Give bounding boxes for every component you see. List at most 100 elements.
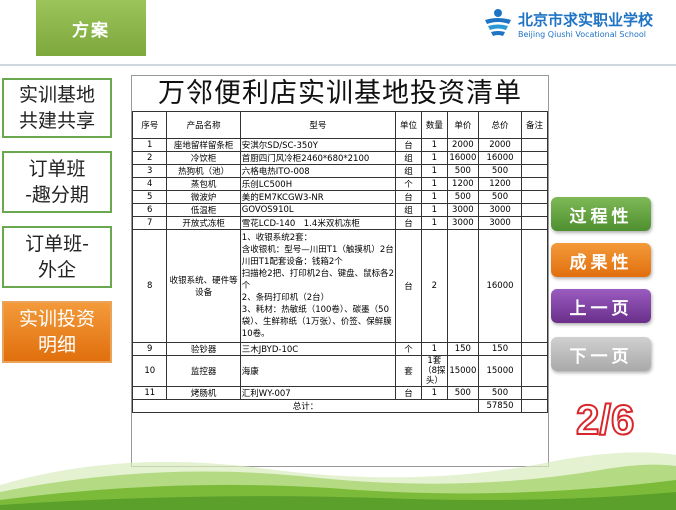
table-cell: 微波炉 xyxy=(166,190,241,204)
table-cell: 1 xyxy=(420,151,448,165)
table-cell: 7 xyxy=(131,216,168,230)
table-cell: 2 xyxy=(420,229,448,343)
table-cell: 热狗机（池） xyxy=(166,164,241,178)
result-button[interactable]: 成果性 xyxy=(551,243,651,277)
col-header: 单位 xyxy=(395,111,422,139)
table-cell: 5 xyxy=(131,190,168,204)
table-cell: 台 xyxy=(395,216,422,230)
process-button[interactable]: 过程性 xyxy=(551,197,651,231)
school-name-cn: 北京市求实职业学校 xyxy=(518,11,654,29)
table-cell: 500 xyxy=(477,386,523,400)
table-cell xyxy=(521,177,548,191)
table-cell: 台 xyxy=(395,229,422,343)
table-cell: 15000 xyxy=(446,355,479,387)
table-row: 5 微波炉 美的EM7KCGW3-NR 台 1 500 500 xyxy=(131,190,548,204)
table-cell: 组 xyxy=(395,164,422,178)
table-cell: 16000 xyxy=(477,229,523,343)
table-cell: 16000 xyxy=(477,151,523,165)
table-header-row: 序号 产品名称 型号 单位 数量 单价 总价 备注 xyxy=(131,111,548,139)
table-cell xyxy=(446,229,479,343)
school-emblem-icon xyxy=(485,9,511,36)
table-cell: 10 xyxy=(131,355,168,387)
sidebar-item-order-class-qufenqi[interactable]: 订单班 -趣分期 xyxy=(2,151,112,213)
table-cell: 150 xyxy=(446,342,479,356)
table-cell: 低温柜 xyxy=(166,203,241,217)
table-cell xyxy=(521,190,548,204)
table-cell: 1 xyxy=(420,164,448,178)
table-cell: 座地留样留条柜 xyxy=(166,138,241,152)
table-cell: 1 xyxy=(420,216,448,230)
table-row: 8 收银系统、硬件等设备 1、收银系统2套： 含收银机：型号—川田T1（触摸机）2台… xyxy=(131,229,548,343)
table-cell: 套 xyxy=(395,355,422,387)
table-cell: 1 xyxy=(420,342,448,356)
table-cell: 500 xyxy=(477,190,523,204)
table-cell: 美的EM7KCGW3-NR xyxy=(239,190,397,204)
col-header: 总价 xyxy=(477,111,523,139)
prev-page-button[interactable]: 上一页 xyxy=(551,289,651,323)
table-cell xyxy=(521,216,548,230)
table-cell: 150 xyxy=(477,342,523,356)
sidebar-item-order-class-foreign[interactable]: 订单班- 外企 xyxy=(2,226,112,288)
table-cell: 3000 xyxy=(477,216,523,230)
document-title: 万邻便利店实训基地投资清单 xyxy=(158,78,522,109)
school-logo: 北京市求实职业学校 Beijing Qiushi Vocational Scho… xyxy=(482,6,672,46)
table-row: 6 低温柜 GOVOS910L 组 1 3000 3000 xyxy=(131,203,548,217)
table-cell: 冷饮柜 xyxy=(166,151,241,165)
table-cell: 乐创LC500H xyxy=(239,177,397,191)
table-cell: 海康 xyxy=(239,355,397,387)
table-cell: 组 xyxy=(395,151,422,165)
table-cell xyxy=(521,151,548,165)
table-cell: 1 xyxy=(420,190,448,204)
table-cell: 六格电热ITO-008 xyxy=(239,164,397,178)
table-cell: GOVOS910L xyxy=(239,203,397,217)
table-cell: 个 xyxy=(395,177,422,191)
header-tab: 方案 xyxy=(36,0,146,56)
table-cell: 收银系统、硬件等设备 xyxy=(166,229,241,343)
table-cell: 3000 xyxy=(446,203,479,217)
table-cell: 1 xyxy=(131,138,168,152)
table-cell: 台 xyxy=(395,190,422,204)
table-row: 2 冷饮柜 首厨四门风冷柜2460*680*2100 组 1 16000 16000 xyxy=(131,151,548,165)
sidebar-item-investment-detail[interactable]: 实训投资 明细 xyxy=(2,301,112,363)
grass-decoration xyxy=(0,452,676,510)
table-cell xyxy=(521,399,548,413)
table-row: 1 座地留样留条柜 安淇尔SD/SC-350Y 台 1 2000 2000 xyxy=(131,138,548,152)
table-cell: 台 xyxy=(395,138,422,152)
table-row: 3 热狗机（池） 六格电热ITO-008 组 1 500 500 xyxy=(131,164,548,178)
total-label: 总计： xyxy=(132,399,479,413)
table-cell: 3000 xyxy=(446,216,479,230)
table-cell: 9 xyxy=(131,342,168,356)
table-cell: 3000 xyxy=(477,203,523,217)
table-cell xyxy=(521,203,548,217)
table-cell: 组 xyxy=(395,203,422,217)
table-cell: 验钞器 xyxy=(166,342,241,356)
table-cell: 台 xyxy=(395,386,422,400)
col-header: 序号 xyxy=(131,111,168,139)
table-cell: 4 xyxy=(131,177,168,191)
sidebar-item-base-sharing[interactable]: 实训基地 共建共享 xyxy=(2,78,112,138)
table-row: 11 烤肠机 汇利WY-007 台 1 500 500 xyxy=(131,386,548,400)
table-cell: 1 xyxy=(420,386,448,400)
table-cell: 1 xyxy=(420,138,448,152)
table-cell: 1 xyxy=(420,203,448,217)
table-cell: 15000 xyxy=(477,355,523,387)
table-row: 9 验钞器 三木JBYD-10C 个 1 150 150 xyxy=(131,342,548,356)
table-cell: 汇利WY-007 xyxy=(239,386,397,400)
table-cell: 监控器 xyxy=(166,355,241,387)
table-cell: 蒸包机 xyxy=(166,177,241,191)
table-cell: 500 xyxy=(477,164,523,178)
table-cell: 1 xyxy=(420,177,448,191)
investment-document: 万邻便利店实训基地投资清单 序号 产品名称 型号 单位 数量 单价 总价 备注 … xyxy=(131,75,549,467)
total-row: 总计： 57850 xyxy=(132,399,548,413)
header-divider xyxy=(0,64,676,66)
next-page-button[interactable]: 下一页 xyxy=(551,337,651,371)
school-name-en: Beijing Qiushi Vocational School xyxy=(518,30,646,39)
table-cell: 雪花LCD-140 1.4米双机冻柜 xyxy=(239,216,397,230)
table-row: 4 蒸包机 乐创LC500H 个 1 1200 1200 xyxy=(131,177,548,191)
table-cell: 烤肠机 xyxy=(166,386,241,400)
table-cell: 2000 xyxy=(477,138,523,152)
table-cell: 500 xyxy=(446,386,479,400)
table-cell xyxy=(521,342,548,356)
table-cell: 开放式冻柜 xyxy=(166,216,241,230)
total-value: 57850 xyxy=(477,399,523,413)
